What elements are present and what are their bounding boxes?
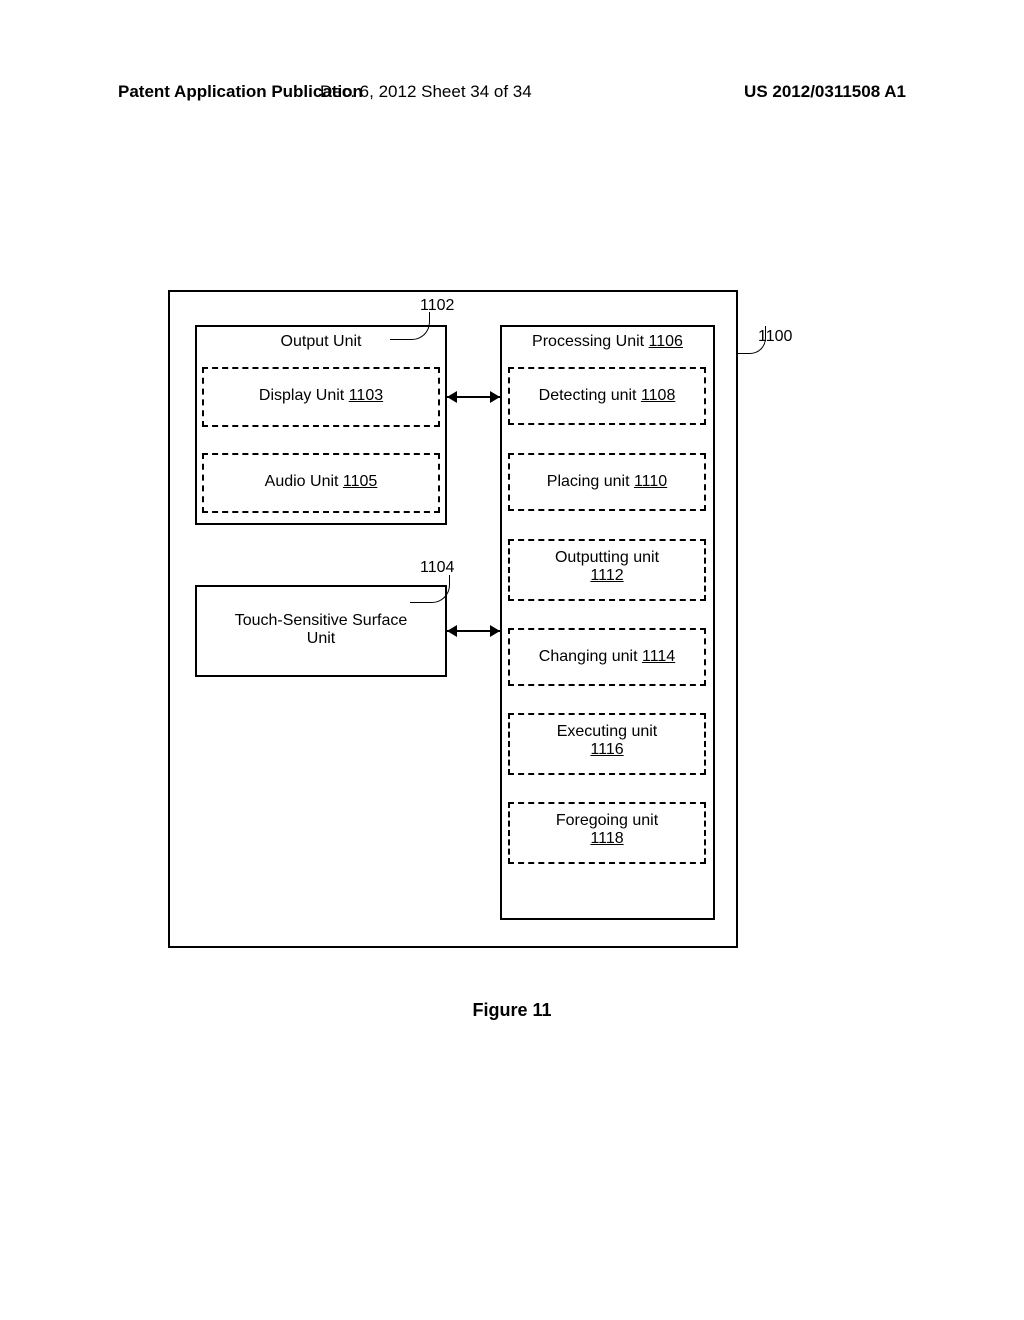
foregoing-unit-label: Foregoing unit 1118: [510, 804, 704, 848]
header-center: Dec. 6, 2012 Sheet 34 of 34: [320, 82, 532, 102]
outputting-unit-text: Outputting unit: [510, 549, 704, 567]
outputting-unit-box: Outputting unit 1112: [508, 539, 706, 601]
foregoing-unit-text: Foregoing unit: [510, 812, 704, 830]
placing-unit-num: 1110: [634, 473, 667, 490]
changing-unit-num: 1114: [642, 648, 675, 665]
processing-unit-text: Processing Unit: [532, 333, 649, 350]
executing-unit-box: Executing unit 1116: [508, 713, 706, 775]
display-unit-text: Display Unit: [259, 387, 349, 404]
detecting-unit-box: Detecting unit 1108: [508, 367, 706, 425]
header-right: US 2012/0311508 A1: [744, 82, 906, 102]
processing-unit-title: Processing Unit 1106: [502, 327, 713, 351]
arrowhead-left-icon: [447, 625, 457, 637]
figure-caption: Figure 11: [0, 1000, 1024, 1021]
page-header: Patent Application Publication Dec. 6, 2…: [0, 82, 1024, 102]
display-unit-num: 1103: [349, 387, 383, 404]
foregoing-unit-box: Foregoing unit 1118: [508, 802, 706, 864]
placing-unit-label: Placing unit 1110: [510, 455, 704, 491]
display-unit-box: Display Unit 1103: [202, 367, 440, 427]
arrowhead-right-icon: [490, 625, 500, 637]
arrowhead-left-icon: [447, 391, 457, 403]
outputting-unit-num: 1112: [510, 567, 704, 585]
touch-sensitive-surface-unit-box: Touch-Sensitive Surface Unit: [195, 585, 447, 677]
display-unit-label: Display Unit 1103: [204, 369, 438, 405]
audio-unit-label: Audio Unit 1105: [204, 455, 438, 491]
placing-unit-box: Placing unit 1110: [508, 453, 706, 511]
touch-unit-line2: Unit: [197, 630, 445, 648]
arrowhead-right-icon: [490, 391, 500, 403]
detecting-unit-num: 1108: [641, 387, 675, 404]
placing-unit-text: Placing unit: [547, 473, 634, 490]
executing-unit-text: Executing unit: [510, 723, 704, 741]
audio-unit-box: Audio Unit 1105: [202, 453, 440, 513]
leader-line-1100: [738, 326, 766, 354]
detecting-unit-text: Detecting unit: [539, 387, 641, 404]
touch-unit-label: Touch-Sensitive Surface Unit: [197, 587, 445, 648]
changing-unit-label: Changing unit 1114: [510, 630, 704, 666]
processing-unit-num: 1106: [649, 333, 683, 350]
outputting-unit-label: Outputting unit 1112: [510, 541, 704, 585]
changing-unit-box: Changing unit 1114: [508, 628, 706, 686]
touch-unit-line1: Touch-Sensitive Surface: [197, 612, 445, 630]
executing-unit-label: Executing unit 1116: [510, 715, 704, 759]
detecting-unit-label: Detecting unit 1108: [510, 369, 704, 405]
audio-unit-text: Audio Unit: [265, 473, 343, 490]
audio-unit-num: 1105: [343, 473, 377, 490]
output-unit-title: Output Unit: [197, 333, 445, 351]
changing-unit-text: Changing unit: [539, 648, 642, 665]
executing-unit-num: 1116: [510, 741, 704, 759]
foregoing-unit-num: 1118: [510, 830, 704, 848]
